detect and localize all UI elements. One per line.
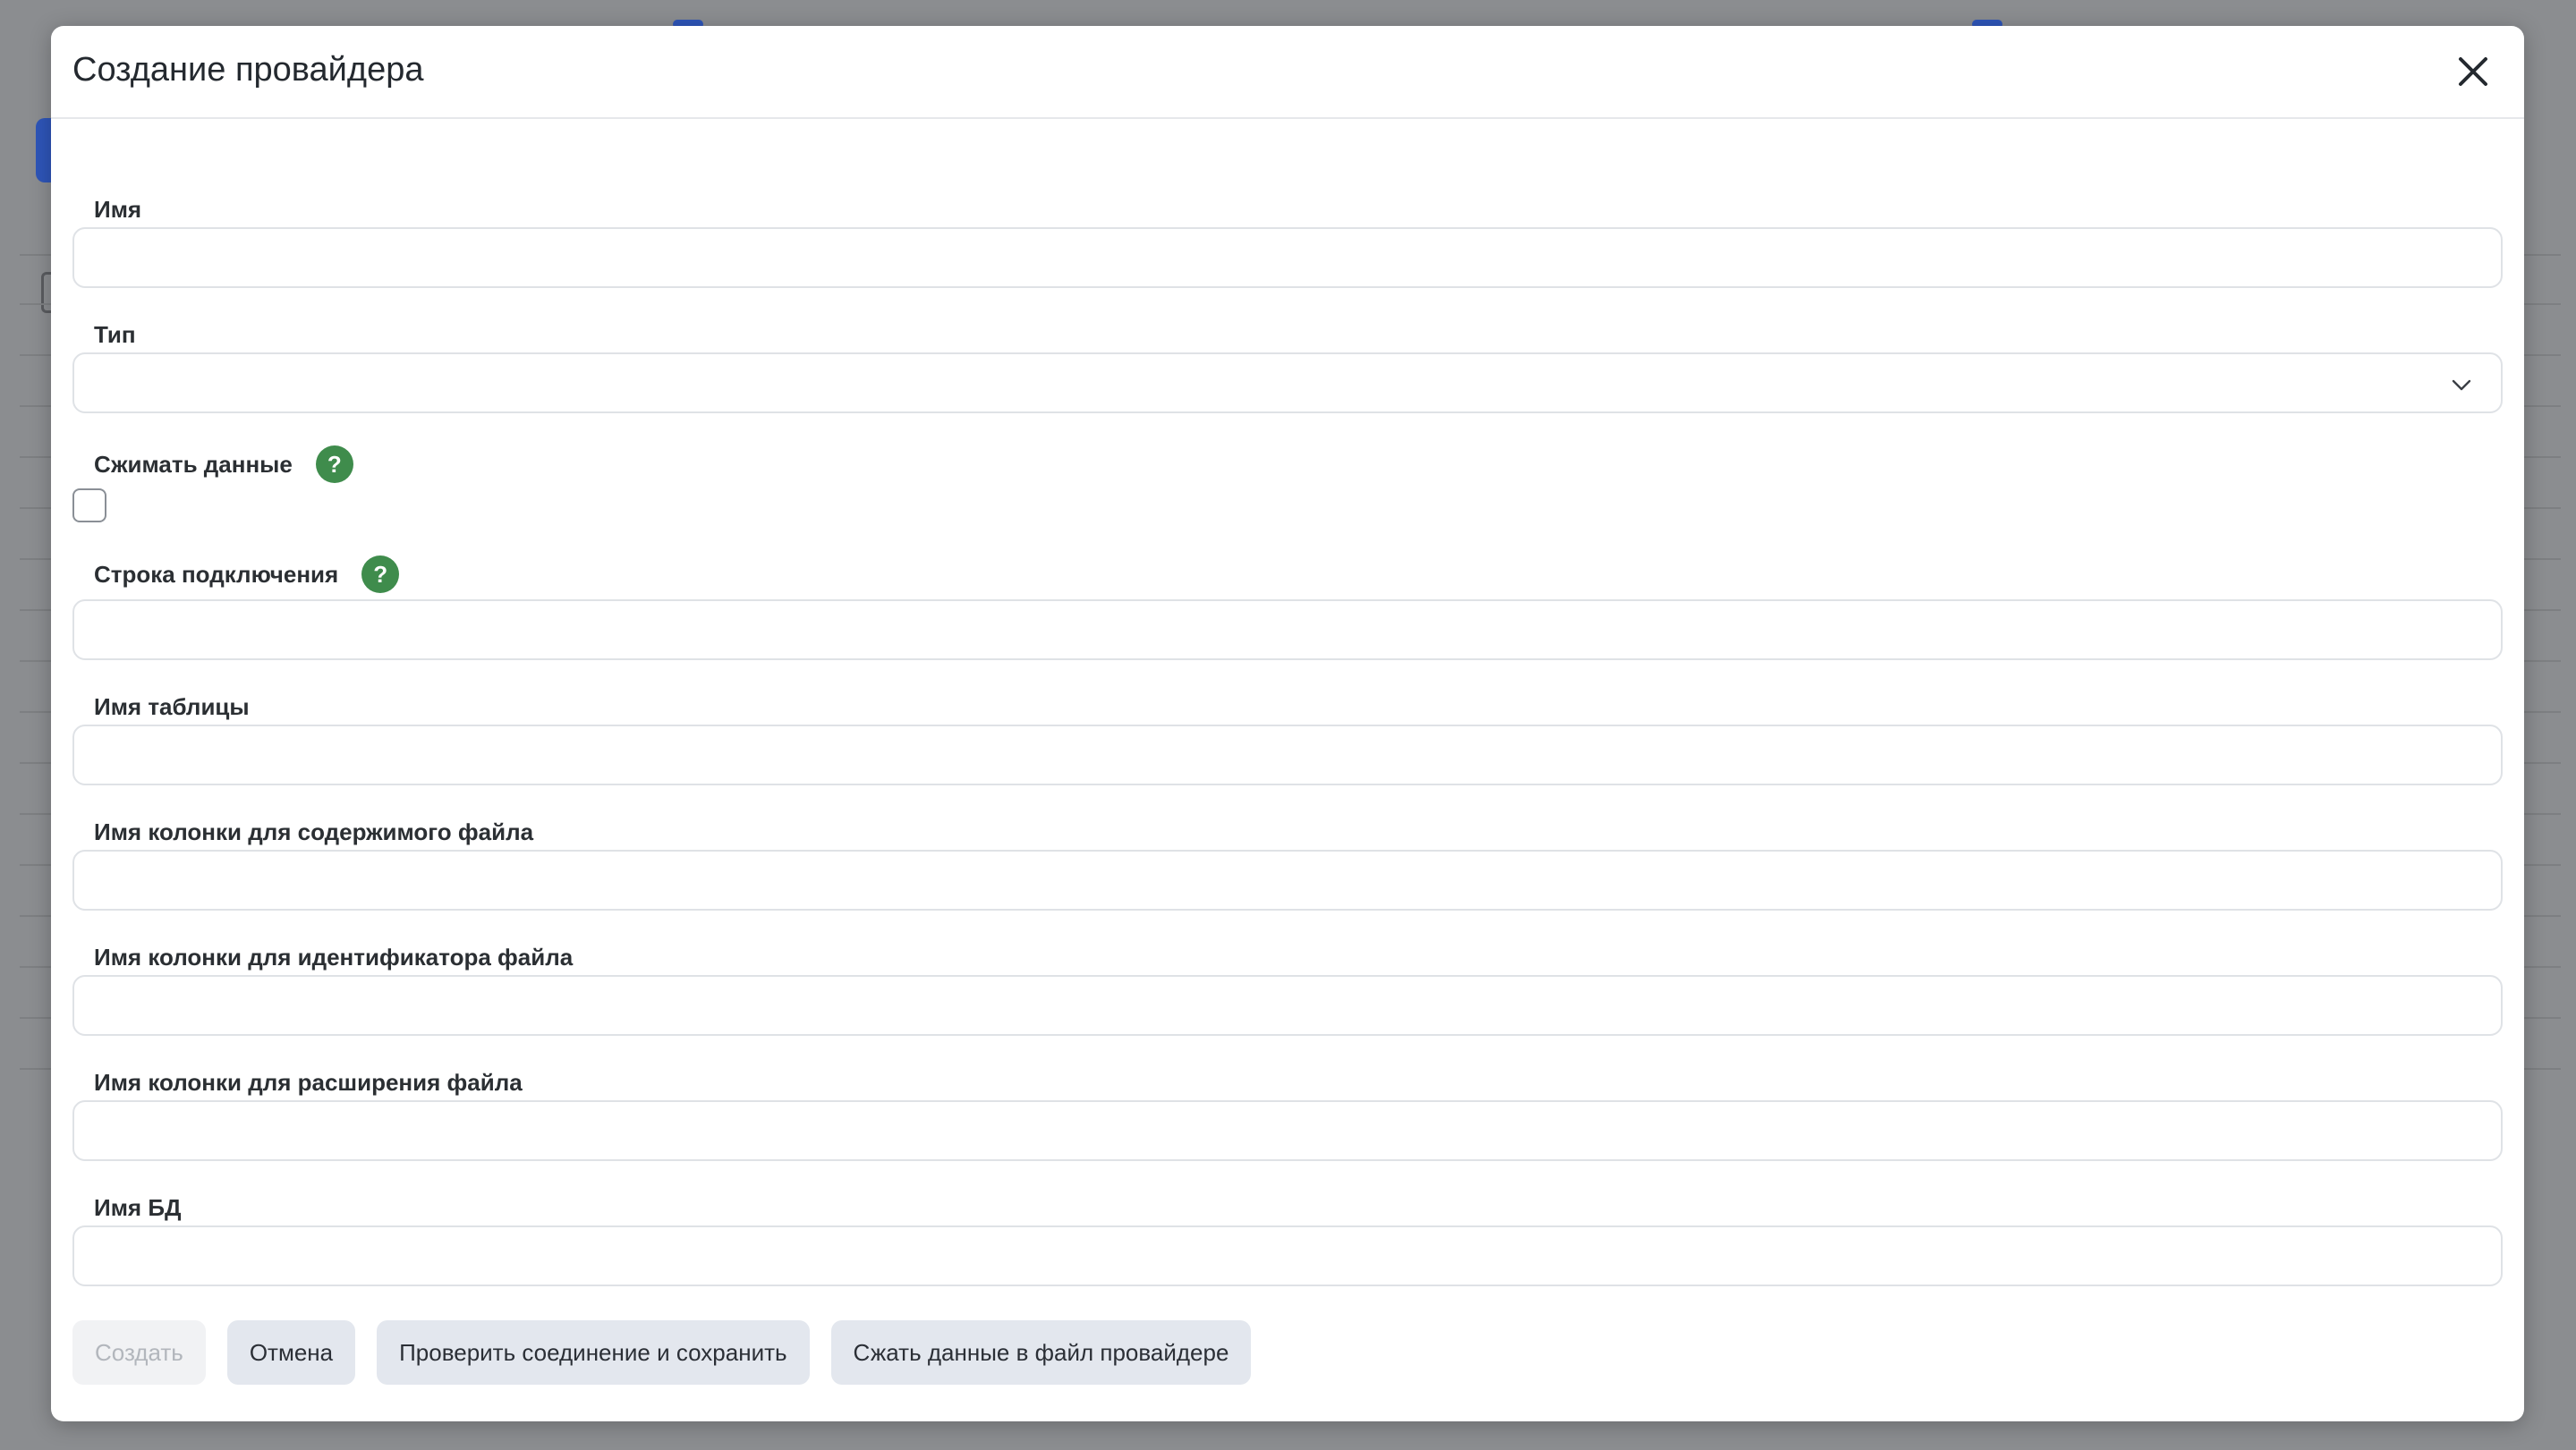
create-button[interactable]: Создать bbox=[72, 1320, 206, 1385]
compress-label-row: Сжимать данные ? bbox=[94, 445, 353, 483]
close-button[interactable] bbox=[2449, 47, 2497, 96]
type-select[interactable] bbox=[72, 352, 2503, 413]
extension-column-input[interactable] bbox=[72, 1100, 2503, 1161]
name-label: Имя bbox=[94, 196, 142, 223]
dialog-header: Создание провайдера bbox=[51, 26, 2524, 119]
help-icon[interactable]: ? bbox=[315, 445, 353, 483]
compress-to-file-button[interactable]: Сжать данные в файл провайдере bbox=[830, 1320, 1252, 1385]
compress-label: Сжимать данные bbox=[94, 450, 293, 478]
create-provider-dialog: Создание провайдера Имя Тип Сжимать данн… bbox=[51, 26, 2524, 1421]
type-label: Тип bbox=[94, 321, 136, 348]
name-input[interactable] bbox=[72, 227, 2503, 288]
id-column-label: Имя колонки для идентификатора файла bbox=[94, 944, 574, 971]
id-column-input[interactable] bbox=[72, 975, 2503, 1036]
close-icon bbox=[2459, 57, 2487, 86]
cancel-button[interactable]: Отмена bbox=[226, 1320, 356, 1385]
dialog-footer: Создать Отмена Проверить соединение и со… bbox=[72, 1320, 1252, 1385]
extension-column-label: Имя колонки для расширения файла bbox=[94, 1069, 523, 1096]
dialog-title: Создание провайдера bbox=[72, 51, 424, 89]
db-name-label: Имя БД bbox=[94, 1194, 182, 1221]
chevron-down-icon bbox=[2452, 379, 2471, 391]
db-name-input[interactable] bbox=[72, 1225, 2503, 1286]
connection-string-label: Строка подключения bbox=[94, 560, 339, 588]
table-name-input[interactable] bbox=[72, 725, 2503, 785]
content-column-input[interactable] bbox=[72, 850, 2503, 911]
connection-string-input[interactable] bbox=[72, 599, 2503, 660]
table-name-label: Имя таблицы bbox=[94, 693, 250, 720]
check-connection-save-button[interactable]: Проверить соединение и сохранить bbox=[377, 1320, 810, 1385]
provider-form: Имя Тип Сжимать данные ? Строка подключе… bbox=[72, 119, 2503, 1327]
connection-string-label-row: Строка подключения ? bbox=[94, 555, 400, 593]
content-column-label: Имя колонки для содержимого файла bbox=[94, 818, 534, 845]
help-icon[interactable]: ? bbox=[361, 555, 400, 593]
compress-checkbox[interactable] bbox=[72, 488, 106, 522]
